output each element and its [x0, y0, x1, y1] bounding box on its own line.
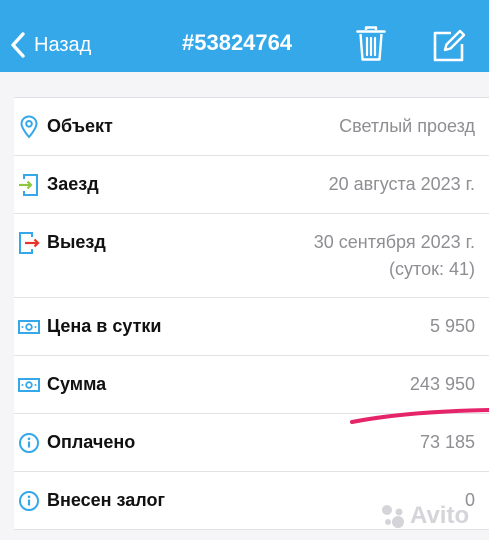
top-navigation-bar: Назад #53824764	[0, 0, 489, 72]
avito-logo-icon	[382, 505, 404, 528]
location-pin-icon	[20, 115, 38, 139]
chevron-left-icon	[11, 32, 25, 58]
booking-details-list: Объект Светлый проезд Заезд 20 августа 2…	[14, 97, 489, 530]
detail-label: Выезд	[47, 232, 106, 252]
back-label: Назад	[34, 33, 92, 56]
page-title: #53824764	[182, 30, 293, 55]
info-icon	[19, 491, 39, 511]
detail-row-price-per-day: Цена в сутки 5 950	[14, 298, 489, 356]
detail-value: Светлый проезд	[339, 116, 475, 136]
detail-value: 5 950	[429, 316, 475, 336]
avito-watermark: Avito	[380, 502, 469, 530]
detail-label: Цена в сутки	[47, 316, 162, 336]
detail-label: Оплачено	[47, 432, 136, 452]
back-button[interactable]: Назад	[10, 26, 91, 64]
check-in-icon	[19, 174, 38, 196]
info-icon	[19, 433, 39, 453]
banknote-icon	[18, 320, 40, 334]
detail-value: 243 950	[409, 374, 475, 394]
nights-count: (суток: 41)	[389, 259, 475, 279]
detail-value: 30 сентября 2023 г.	[313, 232, 475, 252]
check-out-icon	[19, 232, 40, 254]
detail-value: 20 августа 2023 г.	[328, 174, 475, 194]
trash-icon[interactable]	[356, 26, 386, 62]
watermark-text: Avito	[410, 502, 470, 529]
banknote-icon	[18, 378, 40, 392]
detail-label: Внесен залог	[47, 490, 165, 510]
edit-icon[interactable]	[432, 29, 466, 63]
detail-label: Заезд	[47, 174, 99, 194]
detail-row-check-out: Выезд 30 сентября 2023 г. (суток: 41)	[14, 214, 489, 298]
detail-label: Сумма	[47, 374, 107, 394]
detail-row-object: Объект Светлый проезд	[14, 98, 489, 156]
annotation-underline	[350, 408, 489, 424]
detail-row-check-in: Заезд 20 августа 2023 г.	[14, 156, 489, 214]
detail-label: Объект	[47, 116, 113, 136]
detail-value: 73 185	[419, 432, 475, 452]
